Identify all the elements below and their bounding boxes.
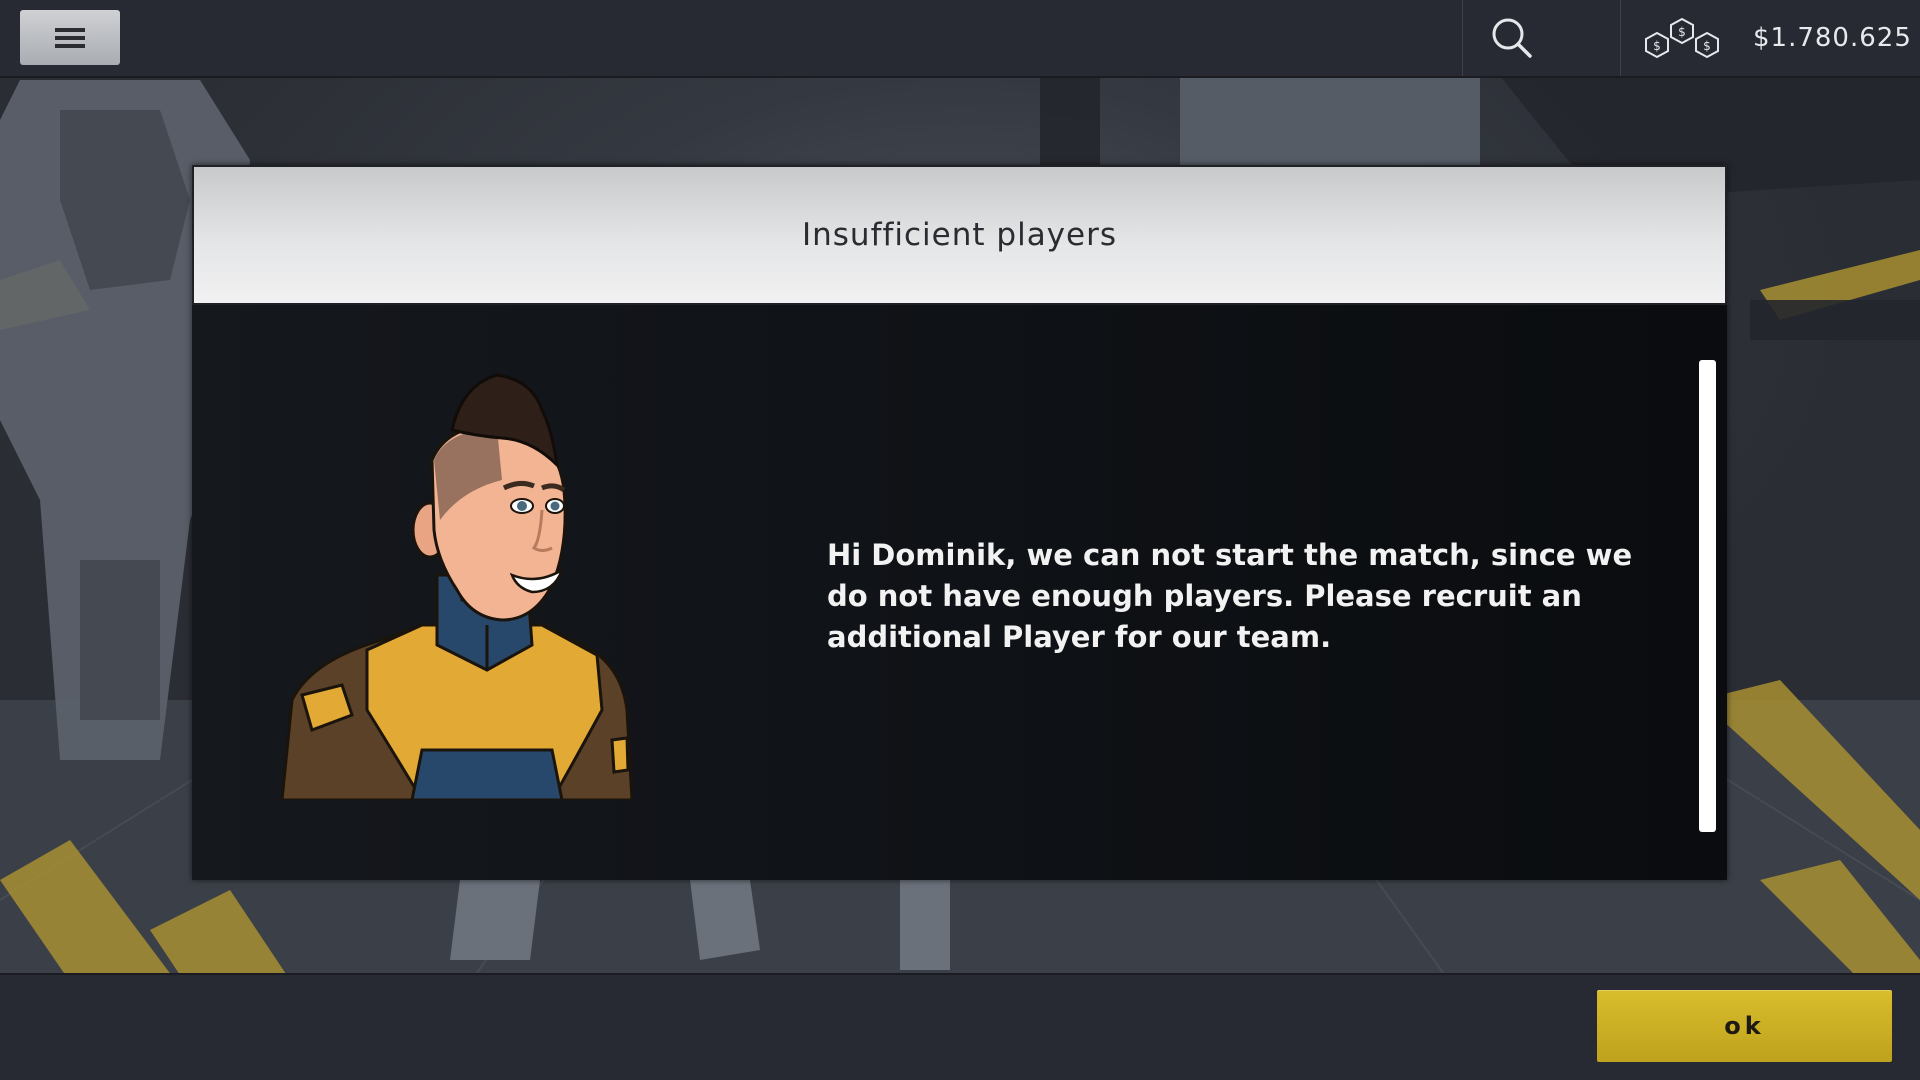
dialog-title: Insufficient players	[801, 217, 1117, 253]
game-screen: $ $ $ $1.780.625 Insufficient players Hi…	[0, 0, 1920, 1080]
balance-value: $1.780.625	[1753, 23, 1912, 53]
top-bar: $ $ $ $1.780.625	[0, 0, 1920, 78]
search-section	[1462, 0, 1621, 76]
hamburger-menu-icon	[55, 27, 85, 48]
svg-text:$: $	[1678, 25, 1686, 39]
dialog-header: Insufficient players	[192, 165, 1727, 305]
balance-section: $ $ $ $1.780.625	[1620, 0, 1920, 76]
coins-icon: $ $ $	[1645, 17, 1719, 59]
bottom-bar: Ok	[0, 973, 1920, 1080]
svg-text:$: $	[1653, 39, 1661, 53]
dialog-message: Hi Dominik, we can not start the match, …	[827, 538, 1633, 654]
search-icon[interactable]	[1491, 17, 1533, 59]
ok-button-label: Ok	[1724, 1012, 1765, 1040]
svg-text:$: $	[1703, 39, 1711, 53]
message-scrollbar[interactable]	[1699, 360, 1716, 832]
insufficient-players-dialog: Insufficient players Hi Dominik, we can …	[192, 165, 1727, 880]
ok-button[interactable]: Ok	[1597, 990, 1892, 1062]
character-portrait	[280, 373, 634, 800]
menu-button[interactable]	[20, 10, 120, 65]
dialog-body: Hi Dominik, we can not start the match, …	[192, 305, 1727, 880]
